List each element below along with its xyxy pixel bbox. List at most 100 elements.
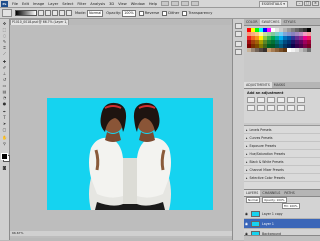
photoshop-logo: Ps bbox=[1, 0, 8, 7]
zoom-level-button[interactable] bbox=[181, 1, 190, 6]
tab-styles[interactable]: STYLES bbox=[281, 19, 297, 25]
menu-file[interactable]: File bbox=[10, 2, 20, 6]
tab-masks[interactable]: MASKS bbox=[272, 82, 287, 88]
curves-icon[interactable] bbox=[267, 97, 275, 103]
shape-tool-icon[interactable]: ▢ bbox=[1, 127, 8, 132]
tab-paths[interactable]: PATHS bbox=[282, 190, 296, 196]
eraser-tool-icon[interactable]: ▭ bbox=[1, 83, 8, 88]
menu-window[interactable]: Window bbox=[129, 2, 147, 6]
photo-filter-icon[interactable] bbox=[267, 105, 275, 111]
layer-row-selected[interactable]: ◉ Layer 1 bbox=[244, 219, 320, 229]
lasso-tool-icon[interactable]: ◌ bbox=[1, 33, 8, 38]
preset-levels[interactable]: ▸ Levels Presets bbox=[244, 126, 320, 134]
menu-filter[interactable]: Filter bbox=[75, 2, 88, 6]
opacity-field[interactable]: 100% bbox=[122, 9, 136, 17]
expand-arrow-icon: ▸ bbox=[246, 127, 248, 132]
path-select-tool-icon[interactable]: ➤ bbox=[1, 121, 8, 126]
eye-icon[interactable]: ◉ bbox=[244, 222, 249, 226]
toolbox: ✥ ⬚ ◌ ✎ ⌗ ⟋ ✚ ✐ ⊥ ↺ ▭ ▤ ◔ ● ✒ T ➤ ▢ ✋ ⚲ … bbox=[0, 19, 10, 240]
menu-3d[interactable]: 3D bbox=[107, 2, 116, 6]
menu-layer[interactable]: Layer bbox=[46, 2, 60, 6]
actions-panel-icon[interactable] bbox=[235, 31, 242, 37]
move-tool-icon[interactable]: ✥ bbox=[1, 21, 8, 26]
eye-icon[interactable]: ◉ bbox=[244, 212, 249, 216]
clone-stamp-tool-icon[interactable]: ⊥ bbox=[1, 71, 8, 76]
blend-mode-select[interactable]: Normal bbox=[246, 197, 261, 203]
quick-select-tool-icon[interactable]: ✎ bbox=[1, 39, 8, 44]
crop-tool-icon[interactable]: ⌗ bbox=[1, 45, 8, 50]
quick-mask-icon[interactable]: ◙ bbox=[1, 165, 8, 170]
type-tool-icon[interactable]: T bbox=[1, 115, 8, 120]
clone-source-panel-icon[interactable] bbox=[235, 49, 242, 55]
gradient-tool-icon[interactable]: ▤ bbox=[1, 89, 8, 94]
exposure-icon[interactable] bbox=[277, 97, 285, 103]
color-swatch[interactable] bbox=[307, 48, 311, 52]
hand-tool-icon[interactable]: ✋ bbox=[1, 135, 8, 140]
layer-fill-field[interactable]: Fill: 100% bbox=[282, 203, 300, 209]
history-panel-icon[interactable] bbox=[235, 23, 242, 29]
preset-selective-color[interactable]: ▸ Selective Color Presets bbox=[244, 174, 320, 182]
zoom-tool-icon[interactable]: ⚲ bbox=[1, 141, 8, 146]
gradient-picker[interactable] bbox=[15, 10, 37, 16]
menu-image[interactable]: Image bbox=[31, 2, 46, 6]
diamond-gradient-icon[interactable] bbox=[66, 10, 72, 16]
vibrance-icon[interactable] bbox=[287, 97, 295, 103]
preset-curves[interactable]: ▸ Curves Presets bbox=[244, 134, 320, 142]
angle-gradient-icon[interactable] bbox=[52, 10, 58, 16]
history-brush-tool-icon[interactable]: ↺ bbox=[1, 77, 8, 82]
tab-channels[interactable]: CHANNELS bbox=[260, 190, 282, 196]
reverse-label: Reverse bbox=[144, 11, 160, 15]
invert-icon[interactable] bbox=[287, 105, 295, 111]
expand-arrow-icon: ▸ bbox=[246, 151, 248, 156]
preset-hue-saturation[interactable]: ▸ Hue/Saturation Presets bbox=[244, 150, 320, 158]
minimize-button[interactable]: – bbox=[296, 1, 303, 6]
image-canvas[interactable] bbox=[47, 98, 213, 210]
color-balance-icon[interactable] bbox=[247, 105, 255, 111]
menu-view[interactable]: View bbox=[116, 2, 129, 6]
preset-exposure[interactable]: ▸ Exposure Presets bbox=[244, 142, 320, 150]
layer-row[interactable]: ◉ Layer 1 copy bbox=[244, 209, 320, 219]
channel-mixer-icon[interactable] bbox=[277, 105, 285, 111]
brushes-panel-icon[interactable] bbox=[235, 41, 242, 47]
posterize-icon[interactable] bbox=[297, 105, 305, 111]
brush-tool-icon[interactable]: ✐ bbox=[1, 65, 8, 70]
foreground-color-swatch[interactable] bbox=[1, 153, 8, 160]
reverse-checkbox[interactable] bbox=[138, 10, 144, 16]
adjustments-panel: ADJUSTMENTS MASKS Add an adjustment bbox=[244, 82, 320, 123]
tool-preset-picker[interactable] bbox=[2, 9, 12, 17]
pen-tool-icon[interactable]: ✒ bbox=[1, 109, 8, 114]
hue-saturation-icon[interactable] bbox=[297, 97, 305, 103]
healing-brush-tool-icon[interactable]: ✚ bbox=[1, 59, 8, 64]
center-seam bbox=[123, 158, 137, 210]
arrange-docs-button[interactable] bbox=[191, 1, 200, 6]
mode-select[interactable]: Normal bbox=[87, 9, 104, 17]
preset-black-white[interactable]: ▸ Black & White Presets bbox=[244, 158, 320, 166]
layer-thumbnail bbox=[251, 210, 260, 217]
levels-icon[interactable] bbox=[257, 97, 265, 103]
menu-help[interactable]: Help bbox=[147, 2, 159, 6]
reflected-gradient-icon[interactable] bbox=[59, 10, 65, 16]
marquee-tool-icon[interactable]: ⬚ bbox=[1, 27, 8, 32]
tab-layers[interactable]: LAYERS bbox=[244, 190, 261, 196]
blur-tool-icon[interactable]: ◔ bbox=[1, 95, 8, 100]
brightness-contrast-icon[interactable] bbox=[247, 97, 255, 103]
eyedropper-tool-icon[interactable]: ⟋ bbox=[1, 51, 8, 56]
minibridge-button[interactable] bbox=[171, 1, 180, 6]
menu-edit[interactable]: Edit bbox=[20, 2, 31, 6]
preset-channel-mixer[interactable]: ▸ Channel Mixer Presets bbox=[244, 166, 320, 174]
tab-swatches[interactable]: SWATCHES bbox=[259, 19, 282, 25]
bridge-button[interactable] bbox=[161, 1, 170, 6]
tab-color[interactable]: COLOR bbox=[244, 19, 260, 25]
menu-analysis[interactable]: Analysis bbox=[88, 2, 107, 6]
dither-checkbox[interactable] bbox=[162, 10, 168, 16]
menu-select[interactable]: Select bbox=[60, 2, 75, 6]
black-white-icon[interactable] bbox=[257, 105, 265, 111]
close-button[interactable]: × bbox=[312, 1, 319, 6]
linear-gradient-icon[interactable] bbox=[38, 10, 44, 16]
transparency-checkbox[interactable] bbox=[182, 10, 188, 16]
radial-gradient-icon[interactable] bbox=[45, 10, 51, 16]
workspace-switcher[interactable]: ESSENTIALS ▾ bbox=[258, 1, 288, 8]
dodge-tool-icon[interactable]: ● bbox=[1, 101, 8, 106]
tab-adjustments[interactable]: ADJUSTMENTS bbox=[244, 82, 272, 88]
maximize-button[interactable]: □ bbox=[304, 1, 311, 6]
